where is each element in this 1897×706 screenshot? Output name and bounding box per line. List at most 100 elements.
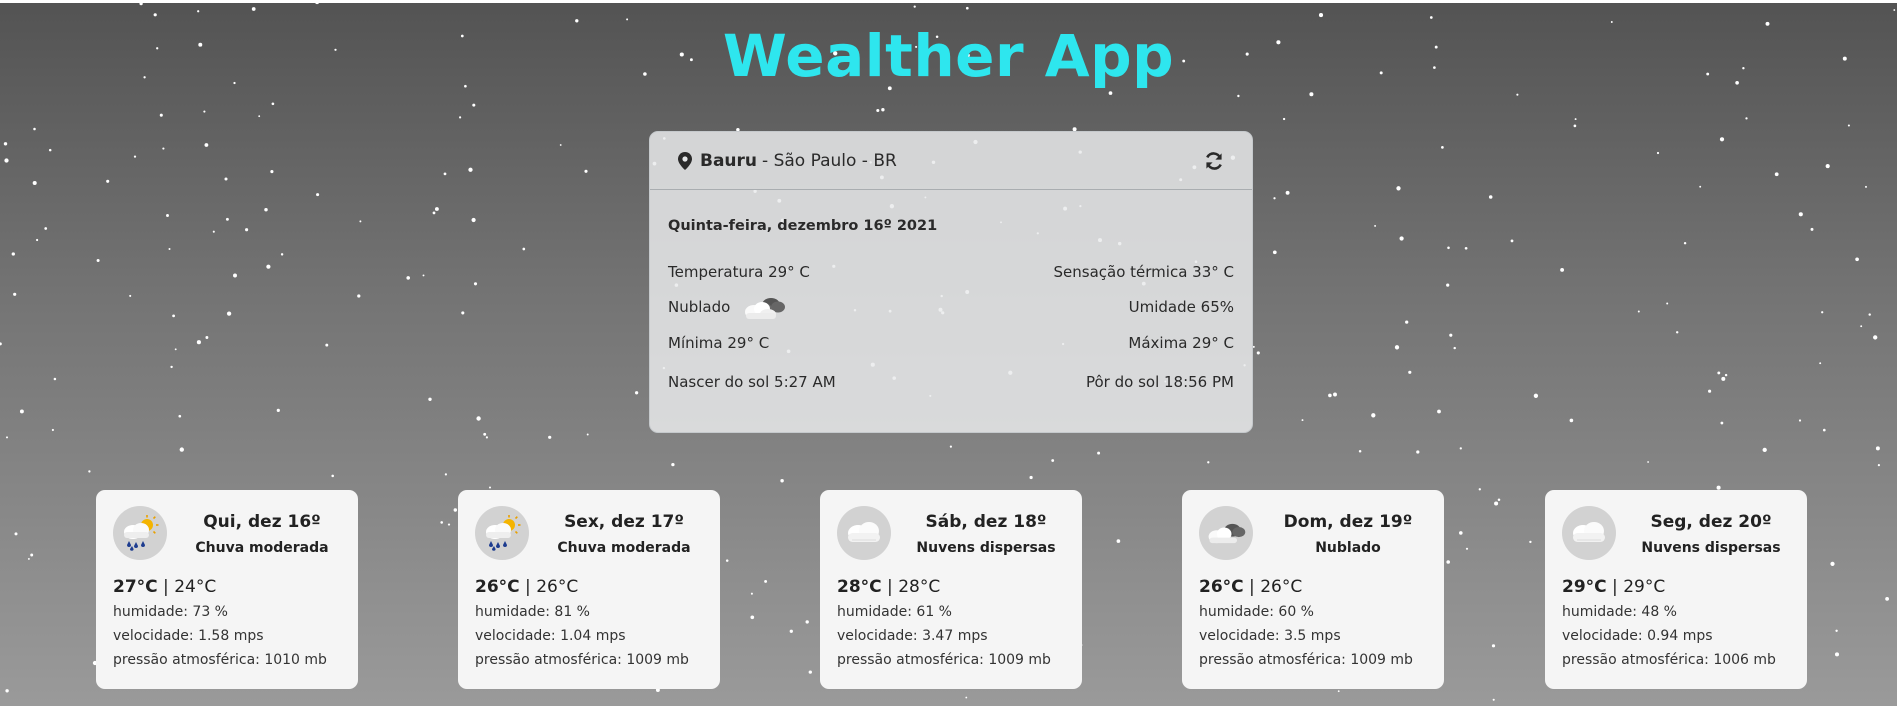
forecast-humidity: humidade: 48 %	[1562, 604, 1677, 620]
snow-dot	[13, 292, 17, 296]
snow-dot	[1416, 450, 1420, 454]
snow-dot	[178, 414, 182, 418]
snow-dot	[1447, 246, 1450, 250]
condition: Nublado	[668, 292, 788, 322]
snow-dot	[1256, 351, 1260, 355]
snow-dot	[805, 620, 809, 624]
forecast-date: Qui, dez 16º	[203, 512, 321, 532]
snow-dot	[485, 436, 488, 439]
forecast-card: Dom, dez 19º Nublado 26°C | 26°C humidad…	[1182, 490, 1444, 689]
snow-dot	[522, 247, 526, 251]
snow-dot	[264, 207, 268, 212]
snow-dot	[1819, 362, 1822, 365]
snow-dot	[3, 142, 8, 146]
snow-dot	[1318, 13, 1324, 18]
snow-dot	[266, 264, 271, 269]
forecast-card: Sex, dez 17º Chuva moderada 26°C | 26°C …	[458, 490, 720, 689]
forecast-humidity: humidade: 60 %	[1199, 604, 1314, 620]
temp-max: 28°C	[837, 577, 882, 597]
snow-dot	[0, 342, 2, 346]
snow-dot	[1510, 239, 1514, 243]
forecast-temps: 26°C | 26°C	[1199, 577, 1302, 597]
snow-dot	[1873, 335, 1878, 340]
city-name: Bauru	[700, 150, 758, 171]
snow-dot	[53, 377, 57, 381]
snow-dot	[1721, 376, 1726, 381]
snow-dot	[471, 217, 476, 223]
sunset: Pôr do sol 18:56 PM	[1085, 373, 1234, 391]
snow-dot	[30, 553, 34, 557]
forecast-speed: velocidade: 3.47 mps	[837, 628, 988, 644]
snow-dot	[159, 113, 163, 117]
snow-dot	[1533, 393, 1539, 398]
condition-label: Nublado	[668, 298, 731, 316]
snow-dot	[1865, 185, 1867, 188]
temp-min: 26°C	[1260, 577, 1303, 597]
snow-dot	[258, 115, 261, 118]
snow-dot	[172, 314, 175, 318]
snow-dot	[536, 0, 540, 2]
temp-separator: |	[887, 577, 893, 597]
snow-dot	[88, 470, 91, 473]
snow-dot	[197, 10, 200, 13]
snow-dot	[251, 7, 256, 11]
forecast-humidity: humidade: 81 %	[475, 604, 590, 620]
snow-dot	[453, 508, 458, 512]
snow-dot	[1745, 117, 1748, 120]
snow-dot	[270, 170, 274, 174]
temp-separator: |	[1249, 577, 1255, 597]
snow-dot	[1273, 197, 1276, 200]
temp-separator: |	[163, 577, 169, 597]
snow-dot	[1285, 190, 1290, 195]
forecast-card: Sáb, dez 18º Nuvens dispersas 28°C | 28°…	[820, 490, 1082, 689]
snow-dot	[1399, 236, 1404, 241]
snow-dot	[1374, 224, 1377, 227]
snow-dot	[422, 274, 425, 277]
refresh-icon[interactable]	[1204, 151, 1224, 171]
snow-dot	[51, 428, 54, 432]
snow-dot	[1774, 172, 1779, 177]
condition-row: Nublado Umidade 65%	[668, 294, 1234, 320]
snow-dot	[1569, 418, 1574, 423]
snow-dot	[440, 521, 444, 524]
forecast-temps: 28°C | 28°C	[837, 577, 940, 597]
snow-dot	[468, 167, 473, 172]
snow-dot	[106, 179, 110, 183]
rain-sun-icon	[113, 506, 167, 560]
snow-dot	[1675, 331, 1679, 334]
snow-dot	[1437, 409, 1441, 414]
snow-dot	[1494, 501, 1499, 506]
snow-dot	[1724, 373, 1728, 377]
temp-max: 26°C	[1199, 577, 1244, 597]
temp-separator: |	[1612, 577, 1618, 597]
snow-dot	[1478, 488, 1481, 491]
snow-dot	[881, 108, 885, 112]
temp-min: 29°C	[1623, 577, 1666, 597]
snow-dot	[1560, 267, 1565, 272]
snow-dot	[5, 689, 9, 693]
snow-dot	[965, 6, 969, 10]
cloud-icon	[1562, 506, 1616, 560]
snow-dot	[1029, 475, 1033, 480]
snow-dot	[357, 294, 361, 298]
cloud-icon	[837, 506, 891, 560]
snow-dot	[1108, 91, 1113, 95]
snow-dot	[325, 343, 329, 347]
snow-dot	[789, 629, 793, 633]
current-date: Quinta-feira, dezembro 16º 2021	[668, 218, 938, 234]
snow-dot	[1798, 419, 1802, 422]
snow-dot	[488, 486, 492, 489]
snow-dot	[1529, 540, 1532, 544]
snow-dot	[1720, 421, 1724, 425]
snow-dot	[1441, 146, 1444, 149]
snow-dot	[913, 5, 916, 8]
current-weather-card: Bauru - São Paulo - BR Quinta-feira, dez…	[649, 131, 1253, 433]
forecast-desc: Nublado	[1315, 540, 1381, 556]
snow-dot	[461, 311, 465, 315]
snow-dot	[548, 435, 552, 439]
snow-dot	[203, 110, 206, 113]
snow-dot	[472, 103, 476, 107]
snow-dot	[1429, 16, 1433, 19]
temperature-row: Temperatura 29° C Sensação térmica 33° C	[668, 263, 1234, 281]
snow-dot	[1637, 310, 1640, 313]
